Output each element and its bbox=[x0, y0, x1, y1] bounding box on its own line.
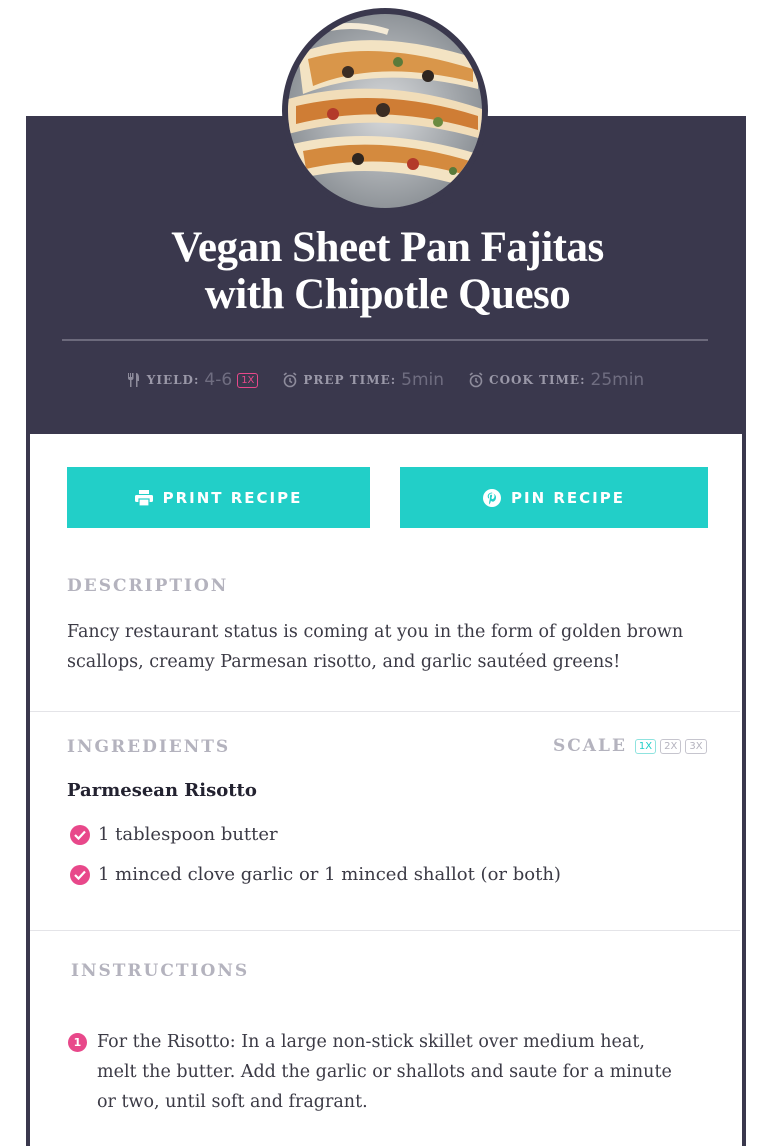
header-divider bbox=[62, 339, 708, 341]
instruction-line: or two, until soft and fragrant. bbox=[97, 1092, 368, 1112]
scale-1x-button[interactable]: 1X bbox=[634, 738, 657, 754]
scale-3x-button[interactable]: 3X bbox=[685, 738, 707, 754]
recipe-title: Vegan Sheet Pan Fajitas with Chipotle Qu… bbox=[60, 224, 715, 318]
scale-control: SCALE 1X 2X 3X bbox=[553, 736, 707, 756]
scale-2x-button[interactable]: 2X bbox=[660, 738, 682, 754]
instruction-line: melt the butter. Add the garlic or shall… bbox=[97, 1062, 672, 1082]
instruction-line: For the Risotto: In a large non-stick sk… bbox=[97, 1032, 645, 1052]
description-text: Fancy restaurant status is coming at you… bbox=[67, 617, 727, 677]
pin-recipe-button[interactable]: PIN RECIPE bbox=[400, 467, 708, 528]
clock-icon bbox=[469, 372, 483, 388]
scale-label: SCALE bbox=[553, 736, 627, 756]
prep-time-value: 5min bbox=[401, 370, 445, 390]
yield-value: 4-6 bbox=[204, 370, 233, 390]
instructions-heading: INSTRUCTIONS bbox=[71, 961, 250, 981]
ingredients-heading: INGREDIENTS bbox=[67, 737, 231, 757]
description-line: Fancy restaurant status is coming at you… bbox=[67, 622, 684, 642]
yield-label: YIELD: bbox=[146, 373, 200, 387]
instruction-step: For the Risotto: In a large non-stick sk… bbox=[97, 1027, 727, 1117]
pinterest-icon bbox=[483, 488, 501, 507]
ingredient-item[interactable]: 1 minced clove garlic or 1 minced shallo… bbox=[70, 864, 561, 885]
recipe-meta: YIELD: 4-6 1X PREP TIME: 5min COOK TIME:… bbox=[62, 367, 708, 393]
prep-time-label: PREP TIME: bbox=[303, 373, 397, 387]
print-recipe-label: PRINT RECIPE bbox=[162, 488, 303, 507]
clock-icon bbox=[283, 372, 297, 388]
recipe-title-line2: with Chipotle Queso bbox=[204, 271, 571, 318]
yield-meta: YIELD: 4-6 1X bbox=[126, 370, 259, 390]
ingredient-item[interactable]: 1 tablespoon butter bbox=[70, 824, 278, 845]
printer-icon bbox=[134, 489, 153, 506]
ingredient-text: 1 minced clove garlic or 1 minced shallo… bbox=[98, 864, 561, 885]
ingredient-group-title: Parmesean Risotto bbox=[67, 780, 257, 801]
description-line: scallops, creamy Parmesan risotto, and g… bbox=[67, 652, 621, 672]
utensils-icon bbox=[127, 373, 139, 387]
prep-time-meta: PREP TIME: 5min bbox=[282, 370, 444, 390]
ingredient-text: 1 tablespoon butter bbox=[98, 824, 278, 845]
check-icon bbox=[70, 824, 90, 845]
cook-time-value: 25min bbox=[590, 370, 645, 390]
cook-time-label: COOK TIME: bbox=[489, 373, 586, 387]
print-recipe-button[interactable]: PRINT RECIPE bbox=[67, 467, 370, 528]
recipe-photo bbox=[282, 8, 488, 214]
check-icon bbox=[70, 864, 90, 885]
yield-scale-badge[interactable]: 1X bbox=[237, 372, 259, 388]
section-divider bbox=[30, 711, 740, 712]
description-heading: DESCRIPTION bbox=[67, 576, 229, 596]
pin-recipe-label: PIN RECIPE bbox=[511, 488, 625, 507]
recipe-title-line1: Vegan Sheet Pan Fajitas bbox=[171, 224, 604, 271]
step-number-badge: 1 bbox=[68, 1033, 87, 1052]
cook-time-meta: COOK TIME: 25min bbox=[468, 370, 644, 390]
section-divider bbox=[30, 930, 740, 931]
tacos-photo bbox=[288, 14, 482, 208]
